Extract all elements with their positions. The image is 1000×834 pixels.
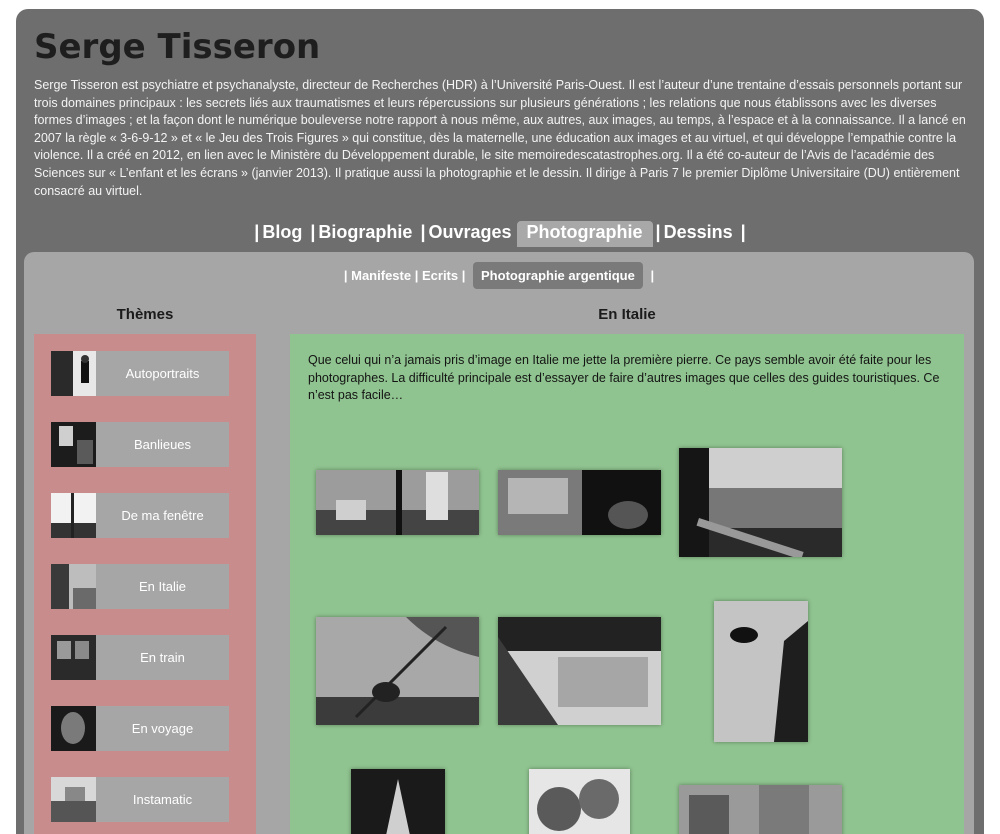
- gallery-photo[interactable]: [316, 470, 479, 535]
- theme-item-autoportraits[interactable]: Autoportraits: [51, 351, 229, 396]
- theme-thumbnail: [51, 777, 96, 822]
- nav-separator: |: [740, 222, 746, 242]
- gallery-photo[interactable]: [351, 769, 445, 834]
- gallery-panel: Que celui qui n’a jamais pris d’image en…: [290, 334, 964, 834]
- theme-label: Banlieues: [133, 437, 192, 452]
- subnav-ecrits[interactable]: Ecrits: [422, 268, 458, 283]
- theme-thumbnail: [51, 564, 96, 609]
- gallery-photo[interactable]: [498, 470, 661, 535]
- theme-thumbnail: [51, 635, 96, 680]
- theme-label: Autoportraits: [125, 366, 200, 381]
- site-title: Serge Tisseron: [34, 27, 321, 67]
- theme-label: De ma fenêtre: [121, 508, 204, 523]
- gallery-photo[interactable]: [316, 617, 479, 725]
- theme-item-italie[interactable]: En Italie: [51, 564, 229, 609]
- theme-item-fenetre[interactable]: De ma fenêtre: [51, 493, 229, 538]
- theme-item-voyage[interactable]: En voyage: [51, 706, 229, 751]
- nav-biographie[interactable]: Biographie: [318, 220, 412, 245]
- subnav-argentique[interactable]: Photographie argentique: [473, 262, 643, 289]
- nav-separator: |: [254, 222, 260, 242]
- gallery-photo[interactable]: [714, 601, 808, 742]
- theme-thumbnail: [51, 422, 96, 467]
- nav-dessins[interactable]: Dessins: [664, 220, 733, 245]
- nav-photographie[interactable]: Photographie: [516, 221, 653, 247]
- theme-label: Instamatic: [132, 792, 193, 807]
- theme-thumbnail: [51, 351, 96, 396]
- subnav-separator: |: [414, 268, 419, 283]
- themes-sidebar: Autoportraits Banlieues De ma fenêtre En…: [34, 334, 256, 834]
- gallery-photo[interactable]: [498, 617, 661, 725]
- nav-ouvrages[interactable]: Ouvrages: [428, 220, 511, 245]
- subnav-separator: |: [650, 268, 655, 283]
- theme-item-instamatic[interactable]: Instamatic: [51, 777, 229, 822]
- main-nav: | Blog | Biographie | Ouvrages Photographie…: [16, 220, 984, 247]
- themes-heading: Thèmes: [116, 306, 174, 323]
- gallery-photo[interactable]: [529, 769, 630, 834]
- gallery-photo[interactable]: [679, 448, 842, 557]
- theme-thumbnail: [51, 706, 96, 751]
- subnav-separator: |: [343, 268, 348, 283]
- bio-text: Serge Tisseron est psychiatre et psychan…: [34, 78, 966, 198]
- gallery-photo[interactable]: [679, 785, 842, 834]
- theme-label: En voyage: [131, 721, 194, 736]
- gallery-intro: Que celui qui n’a jamais pris d’image en…: [308, 353, 940, 403]
- content-panel: | Manifeste | Ecrits | Photographie arge…: [24, 252, 974, 834]
- gallery-heading: En Italie: [598, 306, 656, 323]
- subnav-manifeste[interactable]: Manifeste: [351, 268, 411, 283]
- nav-separator: |: [420, 222, 426, 242]
- subnav-separator: |: [461, 268, 466, 283]
- theme-label: En train: [140, 650, 185, 665]
- nav-blog[interactable]: Blog: [262, 220, 302, 245]
- page-container: Serge Tisseron Serge Tisseron est psychi…: [16, 9, 984, 834]
- theme-thumbnail: [51, 493, 96, 538]
- sub-nav: | Manifeste | Ecrits | Photographie arge…: [24, 262, 974, 289]
- nav-separator: |: [655, 222, 661, 242]
- nav-separator: |: [310, 222, 316, 242]
- theme-item-train[interactable]: En train: [51, 635, 229, 680]
- theme-label: En Italie: [139, 579, 186, 594]
- theme-item-banlieues[interactable]: Banlieues: [51, 422, 229, 467]
